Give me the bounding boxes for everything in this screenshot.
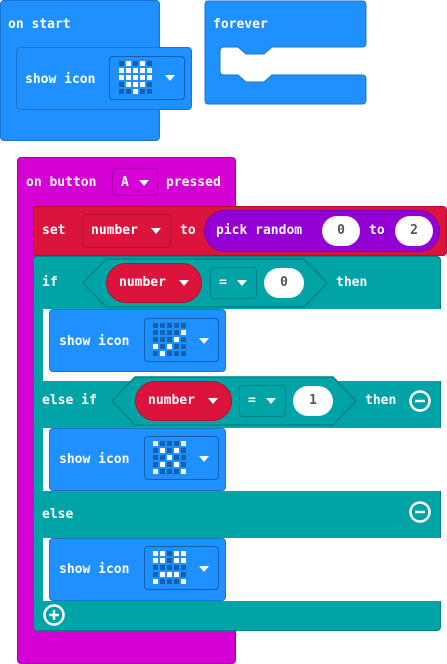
cond2-op: = — [248, 393, 256, 408]
button-value: A — [121, 175, 129, 190]
cond2-value-input[interactable]: 1 — [293, 386, 333, 416]
then-label-1: then — [336, 275, 368, 290]
show-icon-label: show icon — [25, 72, 96, 87]
chevron-down-icon — [165, 75, 175, 81]
if-label: if — [42, 275, 58, 290]
variable-name: number — [91, 223, 138, 238]
chevron-down-icon — [237, 280, 247, 286]
on-button-suffix: pressed — [166, 175, 221, 190]
cond2-variable: number — [148, 393, 195, 408]
face-icon — [153, 551, 186, 584]
pick-random-label: pick random — [216, 223, 303, 238]
cond1-value-input[interactable]: 0 — [264, 268, 304, 298]
x-icon — [153, 441, 186, 474]
remove-else-icon[interactable] — [409, 501, 431, 523]
show-icon-label: show icon — [59, 334, 130, 349]
operator-dropdown-2[interactable] — [239, 385, 286, 417]
cond1-variable: number — [119, 275, 166, 290]
show-icon-label: show icon — [59, 452, 130, 467]
chevron-down-icon — [266, 398, 276, 404]
cond1-op: = — [219, 275, 227, 290]
on-button-prefix: on button — [26, 175, 97, 190]
heart-icon — [119, 61, 152, 94]
random-min-input[interactable]: 0 — [322, 216, 360, 246]
chevron-down-icon — [179, 280, 189, 286]
set-label: set — [42, 223, 66, 238]
then-label-2: then — [365, 393, 397, 408]
else-label: else — [42, 507, 74, 522]
chevron-down-icon — [151, 228, 161, 234]
remove-else-if-icon[interactable] — [409, 390, 431, 412]
show-icon-label: show icon — [59, 562, 130, 577]
random-to-label: to — [369, 223, 385, 238]
forever-block[interactable] — [204, 0, 367, 106]
button-dropdown[interactable] — [112, 168, 158, 196]
forever-label: forever — [213, 17, 268, 32]
chevron-down-icon — [199, 566, 209, 572]
to-label: to — [180, 223, 196, 238]
chevron-down-icon — [208, 398, 218, 404]
add-else-if-icon[interactable] — [43, 604, 65, 626]
on-start-label: on start — [8, 17, 71, 32]
else-if-label: else if — [42, 393, 97, 408]
chevron-down-icon — [199, 456, 209, 462]
random-max-input[interactable]: 2 — [395, 216, 433, 246]
operator-dropdown-1[interactable] — [210, 267, 257, 299]
chevron-down-icon — [139, 180, 149, 186]
chevron-down-icon — [199, 338, 209, 344]
check-icon — [153, 323, 186, 356]
